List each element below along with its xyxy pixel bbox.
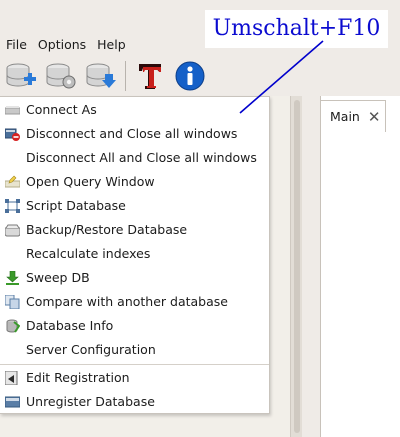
backup-icon [5, 224, 20, 237]
menu-item-connect-as[interactable]: Connect As [0, 98, 269, 122]
menu-item-sweep-db[interactable]: Sweep DB [0, 266, 269, 290]
database-info-icon [6, 319, 20, 333]
menu-item-recalculate-indexes[interactable]: Recalculate indexes [0, 242, 269, 266]
menu-item-disconnect-close[interactable]: Disconnect and Close all windows [0, 122, 269, 146]
menu-file[interactable]: File [0, 37, 32, 52]
tab-main[interactable]: Main ✕ [320, 100, 386, 132]
close-icon[interactable]: ✕ [368, 108, 381, 126]
menu-item-database-info[interactable]: Database Info [0, 314, 269, 338]
menu-item-edit-registration[interactable]: Edit Registration [0, 366, 269, 390]
info-button[interactable] [173, 58, 207, 94]
database-properties-button[interactable] [44, 58, 78, 94]
menu-options[interactable]: Options [32, 37, 91, 52]
script-icon [5, 199, 20, 213]
pane-splitter[interactable] [290, 96, 302, 437]
text-tool-icon [139, 64, 161, 89]
register-database-button[interactable] [4, 58, 38, 94]
tab-main-label: Main [330, 109, 360, 124]
context-menu: Connect As Disconnect and Close all wind… [0, 96, 270, 414]
menubar: File Options Help [0, 34, 210, 54]
menu-item-disconnect-all[interactable]: Disconnect All and Close all windows [0, 146, 269, 170]
menu-item-unregister-database[interactable]: Unregister Database [0, 390, 269, 414]
splitter-handle[interactable] [294, 100, 300, 433]
database-download-icon [86, 63, 116, 88]
disconnect-icon [5, 128, 20, 141]
menu-item-compare-database[interactable]: Compare with another database [0, 290, 269, 314]
compare-icon [5, 295, 20, 309]
database-add-icon [6, 63, 36, 87]
sweep-icon [6, 271, 19, 285]
menu-separator [0, 364, 269, 365]
toolbar-separator [125, 61, 126, 91]
info-icon [175, 61, 205, 91]
unregister-icon [5, 396, 20, 408]
menu-item-server-configuration[interactable]: Server Configuration [0, 338, 269, 362]
menu-item-open-query-window[interactable]: Open Query Window [0, 170, 269, 194]
edit-registration-icon [5, 371, 18, 385]
menu-help[interactable]: Help [91, 37, 131, 52]
download-database-button[interactable] [84, 58, 118, 94]
shortcut-annotation: Umschalt+F10 [205, 10, 388, 48]
query-window-icon [5, 175, 20, 188]
database-settings-icon [46, 63, 76, 89]
menu-item-script-database[interactable]: Script Database [0, 194, 269, 218]
connect-icon [5, 106, 20, 115]
text-tool-button[interactable] [133, 58, 167, 94]
toolbar [0, 56, 400, 96]
menu-item-backup-restore[interactable]: Backup/Restore Database [0, 218, 269, 242]
editor-pane [320, 96, 400, 437]
